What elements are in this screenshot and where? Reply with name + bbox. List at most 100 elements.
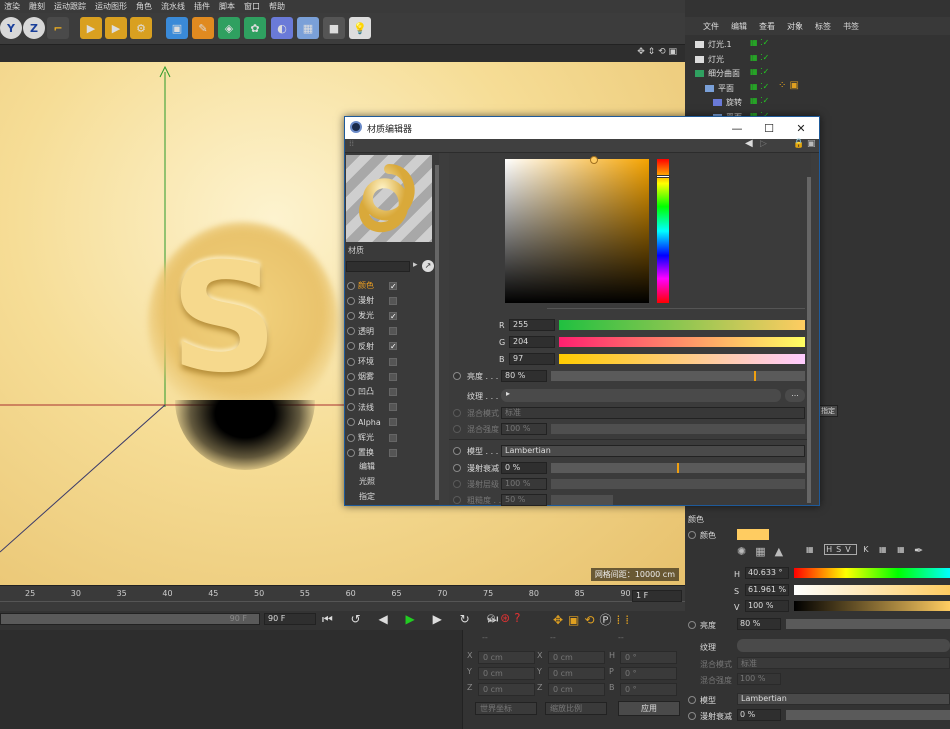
model-dropdown[interactable]: Lambertian <box>501 445 805 457</box>
object-menu-item[interactable]: 标签 <box>815 21 831 32</box>
close-button[interactable]: ✕ <box>785 117 817 139</box>
coord-value-field[interactable]: 0 cm <box>478 651 535 664</box>
green-field[interactable]: 204 <box>509 336 555 348</box>
channel-radio[interactable] <box>347 387 355 396</box>
channel-checkbox[interactable] <box>389 327 397 336</box>
assign-button-partial[interactable]: 指定 <box>818 405 838 417</box>
hue-slider[interactable] <box>794 568 950 578</box>
menu-item[interactable]: 运动图形 <box>95 1 127 12</box>
attr-mix-strength-field[interactable]: 100 % <box>737 673 781 685</box>
diffuse-level-field[interactable]: 100 % <box>501 478 547 490</box>
blue-slider[interactable] <box>559 354 805 364</box>
attr-diffuse-field[interactable]: 0 % <box>737 709 781 721</box>
channel-item[interactable]: 法线 <box>347 401 397 414</box>
menu-item[interactable]: 脚本 <box>219 1 235 12</box>
channel-radio[interactable] <box>347 433 355 442</box>
coord-value-field[interactable]: 0 cm <box>548 667 605 680</box>
channel-checkbox[interactable]: ✓ <box>389 311 397 320</box>
hue-bar-marker[interactable] <box>656 175 670 178</box>
world-coord-dropdown[interactable]: 世界坐标 <box>475 702 537 715</box>
channel-checkbox[interactable] <box>389 448 397 457</box>
play-icon[interactable]: ▶ <box>406 612 422 626</box>
maximize-button[interactable]: ☐ <box>753 117 785 139</box>
color-mode-icons[interactable]: ✺▦▲ <box>737 545 792 558</box>
material-preview[interactable] <box>346 155 432 242</box>
object-menu-item[interactable]: 文件 <box>703 21 719 32</box>
y-axis-toggle[interactable]: Y <box>0 17 22 39</box>
coordinate-system-icon[interactable]: ⌐ <box>47 17 69 39</box>
channel-radio[interactable] <box>347 357 355 366</box>
channel-radio[interactable] <box>347 281 355 290</box>
properties-scrollbar[interactable] <box>807 177 811 503</box>
render-view-icon[interactable]: ▶ <box>80 17 102 39</box>
channel-item[interactable]: 辉光 <box>347 431 397 444</box>
color-radio[interactable] <box>688 531 696 539</box>
blue-field[interactable]: 97 <box>509 353 555 365</box>
menu-item[interactable]: 角色 <box>136 1 152 12</box>
channel-checkbox[interactable]: ✓ <box>389 281 397 290</box>
object-row[interactable]: 灯光.1 <box>695 38 732 51</box>
channel-radio[interactable] <box>347 327 355 336</box>
channel-radio[interactable] <box>347 372 355 381</box>
attr-brightness-slider[interactable] <box>786 619 950 629</box>
picker-handle[interactable] <box>590 156 598 164</box>
object-menu-item[interactable]: 编辑 <box>731 21 747 32</box>
channel-radio[interactable] <box>347 448 355 457</box>
roughness-field[interactable]: 50 % <box>501 494 547 506</box>
diffuse-falloff-field[interactable]: 0 % <box>501 462 547 474</box>
channel-item[interactable]: 凹凸 <box>347 385 397 398</box>
channel-checkbox[interactable]: ✓ <box>389 342 397 351</box>
channel-item[interactable]: 颜色 ✓ <box>347 279 397 292</box>
apply-button[interactable]: 应用 <box>618 701 680 716</box>
roughness-slider[interactable] <box>551 495 613 505</box>
red-slider[interactable] <box>559 320 805 330</box>
color-picker-mode-tabs[interactable]: ▦ HSV K ▦ ▦ <box>806 544 909 555</box>
object-row[interactable]: 灯光 <box>695 53 724 66</box>
light-icon[interactable]: 💡 <box>349 17 371 39</box>
channel-radio[interactable] <box>347 311 355 320</box>
subdivision-icon[interactable]: ◈ <box>218 17 240 39</box>
object-row[interactable]: 平面 <box>705 82 734 95</box>
coord-value-field[interactable]: 0 cm <box>548 683 605 696</box>
object-row[interactable]: 旋转 <box>713 96 742 109</box>
new-window-icon[interactable]: ▣ <box>807 139 816 149</box>
coord-value-field[interactable]: 0 cm <box>478 683 535 696</box>
green-slider[interactable] <box>559 337 805 347</box>
transport-controls[interactable]: ⏮ ↺ ◀ ▶ ▶ ↻ ⏭ <box>322 612 505 627</box>
material-name[interactable]: 材质 <box>346 245 432 256</box>
channel-checkbox[interactable] <box>389 403 397 412</box>
menu-item[interactable]: 插件 <box>194 1 210 12</box>
brightness-radio[interactable] <box>453 372 461 380</box>
coord-value-field[interactable]: 0 cm <box>548 651 605 664</box>
saturation-value-picker[interactable] <box>505 159 649 303</box>
visibility-check-icon[interactable]: ▦ ⁚✓ <box>750 53 769 62</box>
record-buttons[interactable]: ⊘⊛? <box>486 611 525 625</box>
back-arrow-icon[interactable]: ◀ <box>745 138 753 149</box>
menu-item[interactable]: 窗口 <box>244 1 260 12</box>
material-tag-icon[interactable]: ⁘ ▣ <box>778 80 799 91</box>
channel-extra-item[interactable]: 编辑 <box>359 461 375 472</box>
channel-checkbox[interactable] <box>389 387 397 396</box>
cloner-icon[interactable]: ✿ <box>244 17 266 39</box>
channel-checkbox[interactable] <box>389 433 397 442</box>
diffuse-level-slider[interactable] <box>551 479 805 489</box>
brightness-field[interactable]: 80 % <box>501 370 547 382</box>
object-menu-item[interactable]: 书签 <box>843 21 859 32</box>
forward-arrow-icon[interactable]: ▷ <box>760 139 767 149</box>
menu-item[interactable]: 帮助 <box>269 1 285 12</box>
channel-checkbox[interactable] <box>389 418 397 427</box>
color-swatch[interactable] <box>737 529 769 540</box>
red-field[interactable]: 255 <box>509 319 555 331</box>
value-field[interactable]: 100 % <box>745 600 789 612</box>
attr-model-dropdown[interactable]: Lambertian <box>737 693 950 705</box>
camera-icon[interactable]: ■ <box>323 17 345 39</box>
hue-bar[interactable] <box>657 159 669 303</box>
object-menu-item[interactable]: 查看 <box>759 21 775 32</box>
render-settings-icon[interactable]: ⚙ <box>130 17 152 39</box>
menu-item[interactable]: 渲染 <box>4 1 20 12</box>
menu-item[interactable]: 运动跟踪 <box>54 1 86 12</box>
object-menu-item[interactable]: 对象 <box>787 21 803 32</box>
hue-field[interactable]: 40.633 ° <box>745 567 789 579</box>
value-slider[interactable] <box>794 601 950 611</box>
material-name-field[interactable] <box>346 261 410 272</box>
